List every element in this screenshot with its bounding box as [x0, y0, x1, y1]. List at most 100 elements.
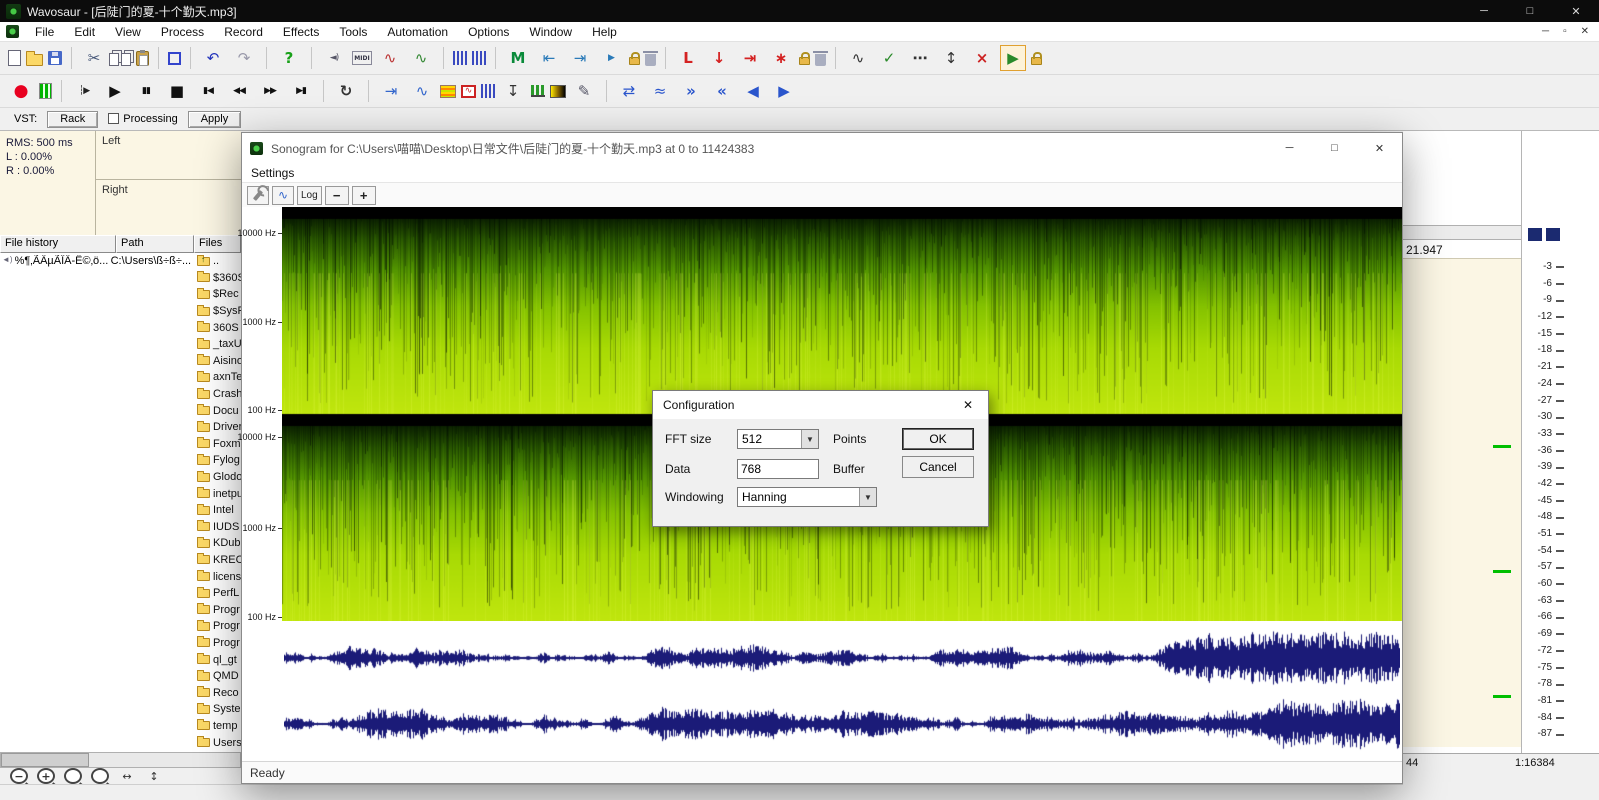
volume-envelope-icon[interactable]: ∿: [845, 45, 871, 71]
pause-icon[interactable]: ▮▮: [133, 78, 159, 104]
menu-item-process[interactable]: Process: [151, 22, 214, 41]
interleave-icon[interactable]: [453, 51, 467, 65]
extract-channel-icon[interactable]: «: [709, 78, 735, 104]
vst-apply-button[interactable]: Apply: [188, 111, 242, 128]
record-icon[interactable]: ●: [8, 78, 34, 104]
menu-item-options[interactable]: Options: [458, 22, 519, 41]
folder-item[interactable]: Users: [196, 734, 241, 751]
folder-item[interactable]: ql_gt: [196, 651, 241, 668]
folder-item[interactable]: Progr: [196, 601, 241, 618]
folder-item[interactable]: Aisino: [196, 353, 241, 370]
mdi-close-button[interactable]: ✕: [1581, 26, 1589, 37]
filter-bank-icon[interactable]: [481, 84, 495, 98]
zoom-vertical-icon[interactable]: ↕: [145, 768, 163, 784]
undo-icon[interactable]: ↶: [200, 45, 226, 71]
folder-item[interactable]: _taxU: [196, 336, 241, 353]
next-region-icon[interactable]: ▶: [771, 78, 797, 104]
previous-marker-icon[interactable]: ⇤: [536, 45, 562, 71]
play-icon[interactable]: ▶: [102, 78, 128, 104]
paste-icon[interactable]: [136, 51, 149, 66]
menu-item-effects[interactable]: Effects: [273, 22, 329, 41]
configuration-titlebar[interactable]: Configuration: [653, 391, 988, 419]
insert-marker-icon[interactable]: ⇥: [378, 78, 404, 104]
zoom-horizontal-icon[interactable]: ↔: [118, 768, 136, 784]
insert-channel-icon[interactable]: »: [678, 78, 704, 104]
sonogram-zoom-in-button[interactable]: +: [352, 186, 376, 205]
menu-item-record[interactable]: Record: [214, 22, 273, 41]
copy-special-icon[interactable]: [121, 53, 131, 66]
menu-item-view[interactable]: View: [105, 22, 151, 41]
lock-loop-icon[interactable]: [799, 57, 810, 65]
loop-start-icon[interactable]: L: [675, 45, 701, 71]
previous-region-icon[interactable]: ◀: [740, 78, 766, 104]
zoom-out-icon[interactable]: −: [10, 768, 28, 784]
fast-forward-icon[interactable]: ▶▶: [257, 78, 283, 104]
sonogram-settings-button[interactable]: [247, 186, 269, 205]
maximize-button[interactable]: □: [1507, 0, 1553, 22]
delete-loop-icon[interactable]: [815, 54, 826, 66]
waveform-stats-icon[interactable]: ∿: [409, 78, 435, 104]
folder-item[interactable]: Fylog: [196, 452, 241, 469]
menu-item-window[interactable]: Window: [519, 22, 582, 41]
folder-item[interactable]: Docu: [196, 402, 241, 419]
delete-envelope-icon[interactable]: ×: [969, 45, 995, 71]
column-header-files[interactable]: Files: [194, 235, 241, 253]
folder-item[interactable]: inetpu: [196, 485, 241, 502]
sonogram-zoom-out-button[interactable]: −: [325, 186, 349, 205]
monitor-input-icon[interactable]: [39, 83, 52, 99]
data-size-input[interactable]: [737, 459, 819, 479]
open-file-icon[interactable]: [26, 54, 43, 66]
folder-item[interactable]: KREC: [196, 552, 241, 569]
marker-icon[interactable]: M: [505, 45, 531, 71]
spectrum-analysis-icon[interactable]: [461, 85, 476, 98]
folder-item[interactable]: 360S: [196, 319, 241, 336]
colormap-icon[interactable]: [550, 85, 566, 98]
zoom-selection-icon[interactable]: [91, 768, 109, 784]
go-to-start-icon[interactable]: ▮◀: [195, 78, 221, 104]
waveform-right-channel[interactable]: [284, 696, 1400, 752]
column-header-file-history[interactable]: File history: [0, 235, 116, 253]
channel-converter-icon[interactable]: ⇄: [616, 78, 642, 104]
menu-item-edit[interactable]: Edit: [64, 22, 105, 41]
ok-button[interactable]: OK: [902, 428, 974, 450]
lock-envelope-icon[interactable]: [1031, 57, 1042, 65]
zoom-in-icon[interactable]: +: [37, 768, 55, 784]
envelope-scale-icon[interactable]: ↕: [938, 45, 964, 71]
column-header-path[interactable]: Path: [116, 235, 194, 253]
folder-item[interactable]: axnTe: [196, 369, 241, 386]
folder-item[interactable]: Syste: [196, 701, 241, 718]
folder-item[interactable]: Foxma: [196, 436, 241, 453]
play-from-cursor-icon[interactable]: ┆▶: [71, 78, 97, 104]
menu-settings[interactable]: Settings: [242, 163, 303, 182]
folder-item[interactable]: Intel: [196, 502, 241, 519]
loop-playback-icon[interactable]: ↻: [333, 78, 359, 104]
menu-item-file[interactable]: File: [25, 22, 64, 41]
vst-rack-button[interactable]: Rack: [47, 111, 98, 128]
swap-channels-icon[interactable]: ≈: [647, 78, 673, 104]
folder-item[interactable]: PerfL: [196, 585, 241, 602]
loop-tool-icon[interactable]: ∿: [377, 45, 403, 71]
menu-item-automation[interactable]: Automation: [377, 22, 458, 41]
folder-item[interactable]: $SysF: [196, 303, 241, 320]
folder-item[interactable]: IUDS: [196, 519, 241, 536]
log-scale-button[interactable]: Log: [297, 186, 322, 205]
mdi-minimize-button[interactable]: ─: [1542, 26, 1549, 37]
chevron-down-icon[interactable]: ▼: [859, 488, 876, 506]
mdi-restore-button[interactable]: ▫: [1563, 26, 1567, 37]
folder-item[interactable]: $360S: [196, 270, 241, 287]
delete-markers-icon[interactable]: [645, 54, 656, 66]
scrollbar-thumb[interactable]: [1, 753, 89, 767]
folder-up-item[interactable]: ..: [196, 253, 241, 270]
cancel-button[interactable]: Cancel: [902, 456, 974, 478]
pencil-edit-icon[interactable]: ✎: [571, 78, 597, 104]
checkbox-icon[interactable]: [108, 113, 119, 124]
drop-marker-icon[interactable]: ↓: [706, 45, 732, 71]
folder-item[interactable]: temp: [196, 718, 241, 735]
help-icon[interactable]: ?: [276, 45, 302, 71]
waveform-view-icon[interactable]: ∿: [272, 186, 294, 205]
rewind-icon[interactable]: ◀◀: [226, 78, 252, 104]
chevron-down-icon[interactable]: ▼: [801, 430, 818, 448]
folder-item[interactable]: licens: [196, 568, 241, 585]
envelope-points-icon[interactable]: ⋯: [907, 45, 933, 71]
cut-icon[interactable]: ✂: [81, 45, 107, 71]
